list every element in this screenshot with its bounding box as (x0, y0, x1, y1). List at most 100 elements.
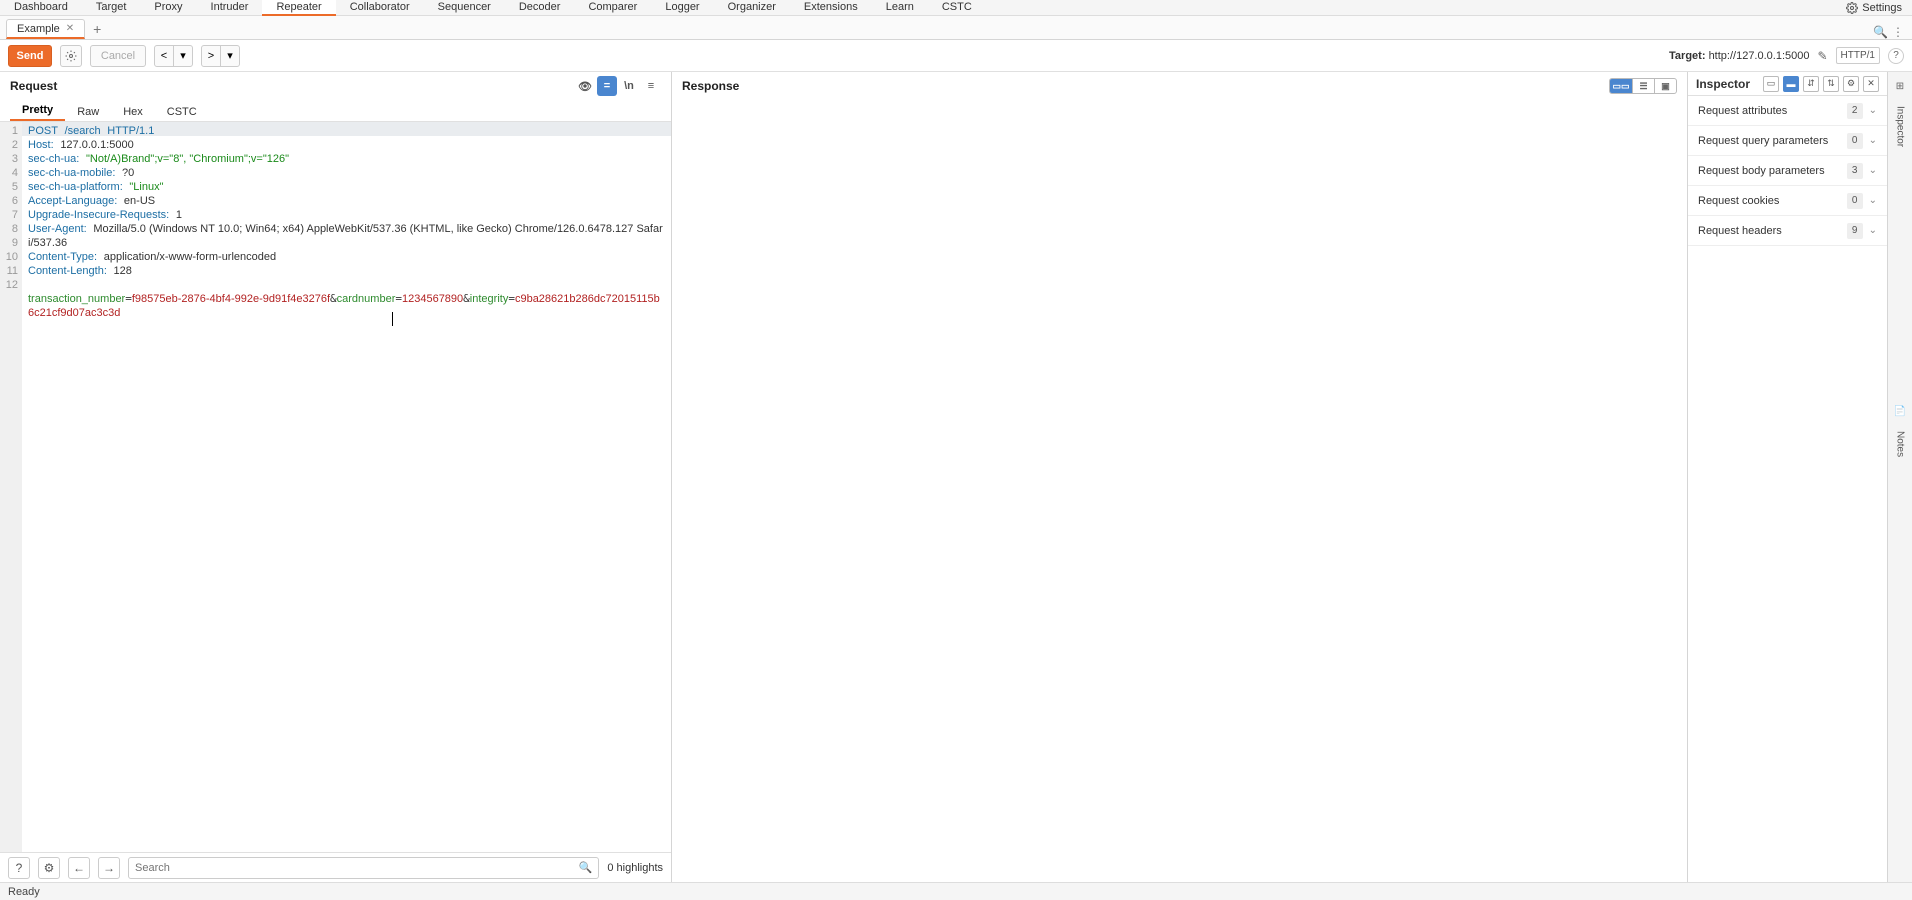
inspector-row-2[interactable]: Request body parameters3 ⌄ (1688, 156, 1887, 186)
inspector-row-label: Request cookies (1698, 195, 1847, 207)
repeater-tabstrip: Example ✕ + 🔍 ⋮ (0, 16, 1912, 40)
menu-collaborator[interactable]: Collaborator (336, 0, 424, 16)
request-footer: ? ⚙ ← → 🔍 0 highlights (0, 852, 671, 882)
forward-icon[interactable]: → (98, 857, 120, 879)
inspector-row-4[interactable]: Request headers9 ⌄ (1688, 216, 1887, 246)
chevron-down-icon: ⌄ (1869, 165, 1877, 176)
menu-target[interactable]: Target (82, 0, 141, 16)
inspector-view2-icon[interactable]: ▬ (1783, 76, 1799, 92)
tab-label: Example (17, 23, 60, 35)
http-version-badge[interactable]: HTTP/1 (1836, 47, 1880, 64)
inspector-gear-icon[interactable]: ⚙ (1843, 76, 1859, 92)
sidestrip-inspector[interactable]: Inspector (1895, 106, 1906, 147)
gear-icon[interactable]: ⚙ (38, 857, 60, 879)
hamburger-icon[interactable]: ≡ (641, 76, 661, 96)
inspector-row-count: 0 (1847, 133, 1863, 149)
newline-icon[interactable]: \n (619, 76, 639, 96)
history-next-dropdown[interactable]: ▾ (220, 45, 240, 67)
layout-horizontal-icon[interactable]: ▭▭ (1610, 79, 1632, 93)
line-gutter: 123 456 78 91011 12 (0, 122, 22, 852)
tabstrip-menu-icon[interactable]: ⋮ (1892, 25, 1904, 39)
sidestrip-grid-icon[interactable]: ⊞ (1892, 78, 1908, 94)
response-title: Response (682, 79, 739, 93)
menu-logger[interactable]: Logger (651, 0, 713, 16)
edit-target-icon[interactable]: ✎ (1817, 49, 1827, 63)
layout-combined-icon[interactable]: ▣ (1654, 79, 1676, 93)
inspector-row-count: 9 (1847, 223, 1863, 239)
inspector-title: Inspector (1696, 77, 1750, 91)
gear-icon (65, 50, 77, 62)
chevron-down-icon: ⌄ (1869, 225, 1877, 236)
menu-decoder[interactable]: Decoder (505, 0, 575, 16)
inspector-row-0[interactable]: Request attributes2 ⌄ (1688, 96, 1887, 126)
view-tab-raw[interactable]: Raw (65, 103, 111, 121)
highlights-count: 0 highlights (607, 862, 663, 874)
main-menubar: Dashboard Target Proxy Intruder Repeater… (0, 0, 1912, 16)
request-editor[interactable]: POST /search HTTP/1.1 Host: 127.0.0.1:50… (22, 122, 671, 852)
hide-icon[interactable]: 👁 (575, 76, 595, 96)
chevron-down-icon: ⌄ (1869, 105, 1877, 116)
status-bar: Ready (0, 882, 1912, 900)
close-icon[interactable]: ✕ (66, 23, 74, 34)
menu-dashboard[interactable]: Dashboard (0, 0, 82, 16)
help-icon[interactable]: ? (8, 857, 30, 879)
search-icon[interactable]: 🔍 (1873, 25, 1888, 39)
menu-learn[interactable]: Learn (872, 0, 928, 16)
inspector-row-1[interactable]: Request query parameters0 ⌄ (1688, 126, 1887, 156)
sidestrip-note-icon[interactable]: 📄 (1892, 403, 1908, 419)
view-tab-pretty[interactable]: Pretty (10, 101, 65, 121)
send-options-button[interactable] (60, 45, 82, 67)
menu-repeater[interactable]: Repeater (262, 0, 335, 16)
text-cursor (392, 312, 393, 326)
inspector-collapse-icon[interactable]: ⇅ (1823, 76, 1839, 92)
layout-vertical-icon[interactable]: ☰ (1632, 79, 1654, 93)
inspector-close-icon[interactable]: ✕ (1863, 76, 1879, 92)
cancel-button[interactable]: Cancel (90, 45, 146, 67)
inspector-expand-icon[interactable]: ⇵ (1803, 76, 1819, 92)
inspector-row-count: 3 (1847, 163, 1863, 179)
menu-proxy[interactable]: Proxy (140, 0, 196, 16)
history-prev-button[interactable]: < (154, 45, 174, 67)
inspector-panel: Inspector ▭ ▬ ⇵ ⇅ ⚙ ✕ Request attributes… (1688, 72, 1888, 882)
request-title: Request (10, 79, 57, 93)
action-bar: Send Cancel < ▾ > ▾ Target: http://127.0… (0, 40, 1912, 72)
settings-button[interactable]: Settings (1846, 2, 1912, 14)
inspector-view1-icon[interactable]: ▭ (1763, 76, 1779, 92)
inspector-row-count: 0 (1847, 193, 1863, 209)
menu-cstc[interactable]: CSTC (928, 0, 986, 16)
layout-toggle[interactable]: ▭▭ ☰ ▣ (1609, 78, 1677, 94)
view-tab-hex[interactable]: Hex (111, 103, 155, 121)
chevron-down-icon: ⌄ (1869, 195, 1877, 206)
inspector-row-3[interactable]: Request cookies0 ⌄ (1688, 186, 1887, 216)
gear-icon (1846, 2, 1858, 14)
target-label: Target: http://127.0.0.1:5000 (1669, 50, 1809, 62)
tab-example[interactable]: Example ✕ (6, 19, 85, 39)
back-icon[interactable]: ← (68, 857, 90, 879)
menu-sequencer[interactable]: Sequencer (424, 0, 505, 16)
search-box[interactable]: 🔍 (128, 857, 599, 879)
chevron-down-icon: ⌄ (1869, 135, 1877, 146)
inspector-row-label: Request body parameters (1698, 165, 1847, 177)
history-prev-dropdown[interactable]: ▾ (173, 45, 193, 67)
menu-extensions[interactable]: Extensions (790, 0, 872, 16)
history-next-button[interactable]: > (201, 45, 221, 67)
sidestrip-notes[interactable]: Notes (1895, 431, 1906, 457)
inspector-row-label: Request attributes (1698, 105, 1847, 117)
menu-organizer[interactable]: Organizer (714, 0, 790, 16)
inspector-row-count: 2 (1847, 103, 1863, 119)
send-button[interactable]: Send (8, 45, 52, 67)
view-tab-cstc[interactable]: CSTC (155, 103, 209, 121)
add-tab-button[interactable]: + (87, 19, 107, 39)
inspector-row-label: Request query parameters (1698, 135, 1847, 147)
search-icon[interactable]: 🔍 (579, 861, 593, 874)
inspector-row-label: Request headers (1698, 225, 1847, 237)
menu-comparer[interactable]: Comparer (574, 0, 651, 16)
menu-intruder[interactable]: Intruder (197, 0, 263, 16)
side-strip: ⊞ Inspector 📄 Notes (1888, 72, 1912, 882)
response-panel: Response ▭▭ ☰ ▣ (672, 72, 1688, 882)
status-text: Ready (8, 886, 40, 898)
help-icon[interactable]: ? (1888, 48, 1904, 64)
settings-label: Settings (1862, 2, 1902, 14)
equals-icon[interactable]: = (597, 76, 617, 96)
search-input[interactable] (135, 862, 579, 874)
